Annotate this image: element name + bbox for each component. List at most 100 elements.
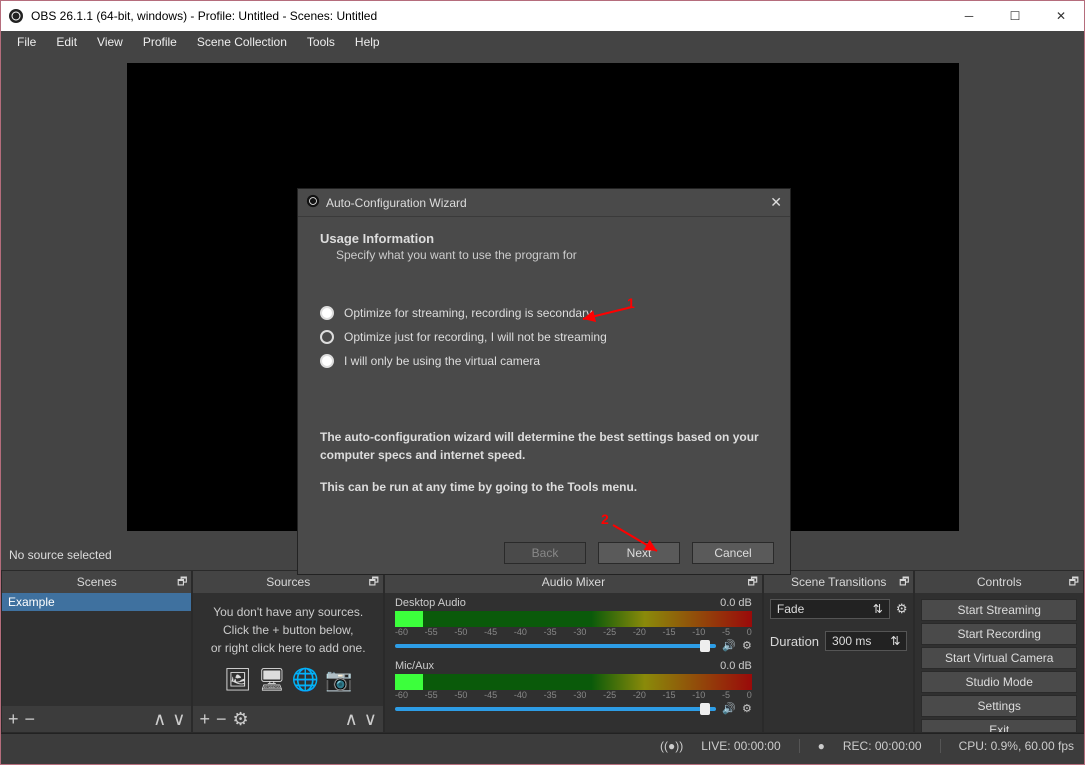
chevron-updown-icon: ⇅ bbox=[890, 634, 900, 648]
popout-icon[interactable]: 🗗 bbox=[177, 573, 187, 592]
annotation-arrow-1 bbox=[577, 301, 637, 325]
dialog-para1: The auto-configuration wizard will deter… bbox=[320, 428, 768, 464]
menu-tools[interactable]: Tools bbox=[297, 33, 345, 51]
broadcast-icon: ((●)) bbox=[660, 739, 683, 753]
volume-slider[interactable] bbox=[395, 707, 716, 711]
settings-button[interactable]: Settings bbox=[921, 695, 1077, 717]
window-title: OBS 26.1.1 (64-bit, windows) - Profile: … bbox=[31, 9, 946, 23]
audio-scale: -60-55-50-45-40-35-30-25-20-15-10-50 bbox=[395, 627, 752, 637]
sources-empty-l3: or right click here to add one. bbox=[201, 639, 374, 657]
scenes-panel: Scenes 🗗 Example + − ∧ ∨ bbox=[1, 570, 192, 733]
display-icon: 🖥 bbox=[258, 663, 286, 696]
volume-slider[interactable] bbox=[395, 644, 716, 648]
menu-profile[interactable]: Profile bbox=[133, 33, 187, 51]
scene-item[interactable]: Example bbox=[2, 593, 191, 611]
titlebar: OBS 26.1.1 (64-bit, windows) - Profile: … bbox=[1, 1, 1084, 31]
move-up-button[interactable]: ∧ bbox=[153, 710, 166, 728]
annotation-arrow-2 bbox=[605, 519, 665, 559]
transitions-panel: Scene Transitions 🗗 Fade ⇅ ⚙ Duration 300 … bbox=[763, 570, 915, 733]
radio-icon bbox=[320, 354, 334, 368]
sources-title: Sources bbox=[266, 575, 310, 589]
exit-button[interactable]: Exit bbox=[921, 719, 1077, 732]
channel-db: 0.0 dB bbox=[720, 597, 752, 609]
radio-option-virtualcam[interactable]: I will only be using the virtual camera bbox=[320, 354, 768, 368]
statusbar: ((●)) LIVE: 00:00:00 ● REC: 00:00:00 CPU… bbox=[1, 733, 1084, 757]
move-up-button[interactable]: ∧ bbox=[345, 710, 358, 728]
radio-label: Optimize for streaming, recording is sec… bbox=[344, 306, 592, 320]
menu-view[interactable]: View bbox=[87, 33, 133, 51]
audio-meter bbox=[395, 674, 752, 690]
menu-edit[interactable]: Edit bbox=[46, 33, 87, 51]
start-virtualcam-button[interactable]: Start Virtual Camera bbox=[921, 647, 1077, 669]
status-cpu: CPU: 0.9%, 60.00 fps bbox=[959, 739, 1074, 753]
popout-icon[interactable]: 🗗 bbox=[369, 573, 379, 592]
transition-select[interactable]: Fade ⇅ bbox=[770, 599, 890, 619]
move-down-button[interactable]: ∨ bbox=[172, 710, 185, 728]
speaker-icon[interactable]: 🔊 bbox=[722, 639, 736, 652]
audio-channel-mic: Mic/Aux 0.0 dB -60-55-50-45-40-35-30-25-2… bbox=[385, 656, 762, 719]
duration-label: Duration bbox=[770, 634, 819, 649]
obs-logo-icon bbox=[306, 194, 320, 211]
source-props-button[interactable]: ⚙ bbox=[233, 710, 249, 728]
controls-title: Controls bbox=[977, 575, 1022, 589]
transitions-title: Scene Transitions bbox=[791, 575, 886, 589]
audio-meter bbox=[395, 611, 752, 627]
radio-option-streaming[interactable]: Optimize for streaming, recording is sec… bbox=[320, 306, 768, 320]
record-icon: ● bbox=[818, 739, 825, 753]
menu-help[interactable]: Help bbox=[345, 33, 390, 51]
gear-icon[interactable]: ⚙ bbox=[742, 702, 752, 715]
channel-db: 0.0 dB bbox=[720, 660, 752, 672]
chevron-updown-icon: ⇅ bbox=[873, 602, 883, 616]
sources-empty-l2: Click the + button below, bbox=[201, 621, 374, 639]
scenes-header: Scenes 🗗 bbox=[2, 571, 191, 593]
gear-icon[interactable]: ⚙ bbox=[742, 639, 752, 652]
sources-empty-text: You don't have any sources. Click the + … bbox=[193, 593, 382, 706]
close-button[interactable]: ✕ bbox=[1038, 1, 1084, 31]
scenes-title: Scenes bbox=[77, 575, 117, 589]
auto-config-dialog: Auto-Configuration Wizard ✕ Usage Inform… bbox=[297, 188, 791, 575]
menu-scene-collection[interactable]: Scene Collection bbox=[187, 33, 297, 51]
minimize-button[interactable]: ─ bbox=[946, 1, 992, 31]
transition-value: Fade bbox=[777, 602, 804, 616]
audio-scale: -60-55-50-45-40-35-30-25-20-15-10-50 bbox=[395, 690, 752, 700]
maximize-button[interactable]: ☐ bbox=[992, 1, 1038, 31]
popout-icon[interactable]: 🗗 bbox=[748, 573, 758, 592]
gear-icon[interactable]: ⚙ bbox=[896, 601, 908, 617]
dialog-para2: This can be run at any time by going to … bbox=[320, 478, 768, 496]
menu-file[interactable]: File bbox=[7, 33, 46, 51]
audio-title: Audio Mixer bbox=[542, 575, 605, 589]
dialog-subheading: Specify what you want to use the program… bbox=[320, 248, 768, 262]
cancel-button[interactable]: Cancel bbox=[692, 542, 774, 564]
radio-option-recording[interactable]: Optimize just for recording, I will not … bbox=[320, 330, 768, 344]
dialog-heading: Usage Information bbox=[320, 231, 768, 246]
studio-mode-button[interactable]: Studio Mode bbox=[921, 671, 1077, 693]
popout-icon[interactable]: 🗗 bbox=[899, 573, 909, 592]
obs-logo-icon bbox=[1, 8, 31, 24]
add-scene-button[interactable]: + bbox=[8, 710, 19, 728]
back-button: Back bbox=[504, 542, 586, 564]
duration-stepper[interactable]: 300 ms ⇅ bbox=[825, 631, 907, 651]
add-source-button[interactable]: + bbox=[199, 710, 210, 728]
dialog-titlebar[interactable]: Auto-Configuration Wizard ✕ bbox=[298, 189, 790, 217]
dialog-close-button[interactable]: ✕ bbox=[770, 194, 782, 211]
controls-header: Controls 🗗 bbox=[915, 571, 1083, 593]
popout-icon[interactable]: 🗗 bbox=[1069, 573, 1079, 592]
radio-label: I will only be using the virtual camera bbox=[344, 354, 540, 368]
controls-panel: Controls 🗗 Start Streaming Start Recordin… bbox=[914, 570, 1084, 733]
sources-toolbar: + − ⚙ ∧ ∨ bbox=[193, 706, 382, 732]
audio-mixer-panel: Audio Mixer 🗗 Desktop Audio0.0 dB -60-55-… bbox=[384, 570, 763, 733]
camera-icon: 📷 bbox=[325, 663, 352, 696]
move-down-button[interactable]: ∨ bbox=[364, 710, 377, 728]
audio-channel-desktop: Desktop Audio0.0 dB -60-55-50-45-40-35-3… bbox=[385, 593, 762, 656]
radio-icon bbox=[320, 330, 334, 344]
status-live: LIVE: 00:00:00 bbox=[701, 739, 780, 753]
start-recording-button[interactable]: Start Recording bbox=[921, 623, 1077, 645]
duration-value: 300 ms bbox=[832, 634, 871, 648]
channel-name: Mic/Aux bbox=[395, 660, 434, 672]
image-icon: 🖼 bbox=[224, 663, 252, 696]
speaker-icon[interactable]: 🔊 bbox=[722, 702, 736, 715]
remove-source-button[interactable]: − bbox=[216, 710, 227, 728]
remove-scene-button[interactable]: − bbox=[25, 710, 36, 728]
radio-label: Optimize just for recording, I will not … bbox=[344, 330, 607, 344]
start-streaming-button[interactable]: Start Streaming bbox=[921, 599, 1077, 621]
